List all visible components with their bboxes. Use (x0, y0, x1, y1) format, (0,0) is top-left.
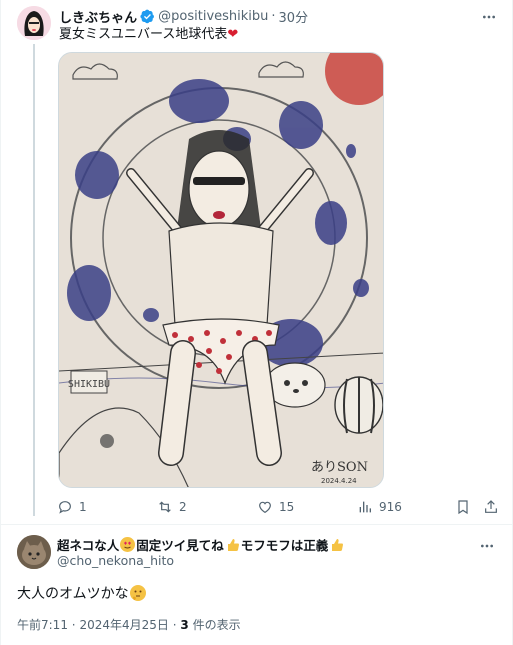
reply-time[interactable]: 午前7:11 (17, 618, 68, 632)
views-button[interactable]: 916 (357, 497, 402, 517)
timeline-frame: しきぶちゃん @positiveshikibu · 30分 夏女ミスユニバース地… (0, 0, 513, 645)
separator: · (271, 8, 276, 24)
tweet-header: しきぶちゃん @positiveshikibu · 30分 (59, 6, 308, 26)
thumbs-up-emoji (329, 537, 344, 552)
tweet-text: 夏女ミスユニバース地球代表❤ (59, 26, 238, 44)
reply-name-part-3: モフモフは正義 (240, 537, 329, 553)
reply-icon (59, 501, 71, 514)
heart-eyes-emoji (120, 536, 136, 552)
like-button[interactable]: 15 (257, 497, 294, 517)
reply-date[interactable]: 2024年4月25日 (79, 618, 168, 632)
reply-meta: 午前7:11 · 2024年4月25日 · 3 件の表示 (17, 616, 241, 633)
reply-button[interactable]: 1 (57, 497, 87, 517)
like-count: 15 (279, 500, 295, 514)
like-icon (259, 501, 271, 514)
tweet-text-content: 夏女ミスユニバース地球代表 (59, 27, 228, 42)
reply-views-count: 3 (180, 618, 189, 632)
separator: · (71, 618, 76, 632)
reply-count: 1 (79, 500, 87, 514)
drawing-illustration: SHIKIBU ありSON 2024.4.24 (59, 53, 383, 487)
sign-text: SHIKIBU (68, 379, 110, 390)
thinking-face-emoji (129, 585, 146, 601)
artist-signature: ありSON (311, 460, 368, 475)
tweet-time[interactable]: 30分 (279, 7, 309, 26)
retweet-count: 2 (179, 500, 187, 514)
display-name[interactable]: しきぶちゃん (59, 7, 137, 26)
reply-name-part-2: 固定ツイ見てね (136, 537, 224, 553)
thread-line (33, 44, 35, 516)
more-button[interactable] (478, 537, 496, 555)
views-count: 916 (379, 500, 402, 514)
avatar[interactable] (17, 6, 51, 40)
share-icon (485, 500, 497, 513)
artist-sign-date: 2024.4.24 (321, 477, 357, 485)
verified-icon (140, 9, 155, 24)
reply-views-label: 件の表示 (192, 618, 241, 632)
reply-text: 大人のオムツかな (17, 583, 146, 603)
views-icon (359, 501, 371, 513)
bookmark-icon (458, 500, 468, 515)
tweet-main[interactable]: しきぶちゃん @positiveshikibu · 30分 夏女ミスユニバース地… (1, 0, 513, 520)
retweet-button[interactable]: 2 (157, 497, 187, 517)
reply-display-name[interactable]: 超ネコな人 固定ツイ見てね モフモフは正義 (57, 535, 345, 553)
more-button[interactable] (480, 8, 498, 26)
bookmark-button[interactable] (455, 497, 477, 517)
more-icon (483, 15, 495, 19)
thumbs-up-emoji (225, 537, 240, 552)
reply-name-part-1: 超ネコな人 (57, 537, 120, 553)
separator: · (172, 618, 177, 632)
share-button[interactable] (483, 497, 505, 517)
avatar-image (17, 6, 51, 40)
tweet-actions: 1 2 15 916 (57, 497, 497, 517)
retweet-icon (159, 501, 171, 513)
heart-emoji: ❤ (227, 27, 239, 42)
divider (1, 524, 513, 525)
user-handle[interactable]: @positiveshikibu (158, 9, 268, 24)
reply-text-content: 大人のオムツかな (17, 586, 129, 602)
avatar[interactable] (17, 535, 51, 569)
cat-avatar-image (17, 535, 51, 569)
reply-handle[interactable]: @cho_nekona_hito (57, 553, 174, 568)
tweet-image[interactable]: SHIKIBU ありSON 2024.4.24 (58, 52, 384, 488)
more-icon (481, 544, 493, 548)
